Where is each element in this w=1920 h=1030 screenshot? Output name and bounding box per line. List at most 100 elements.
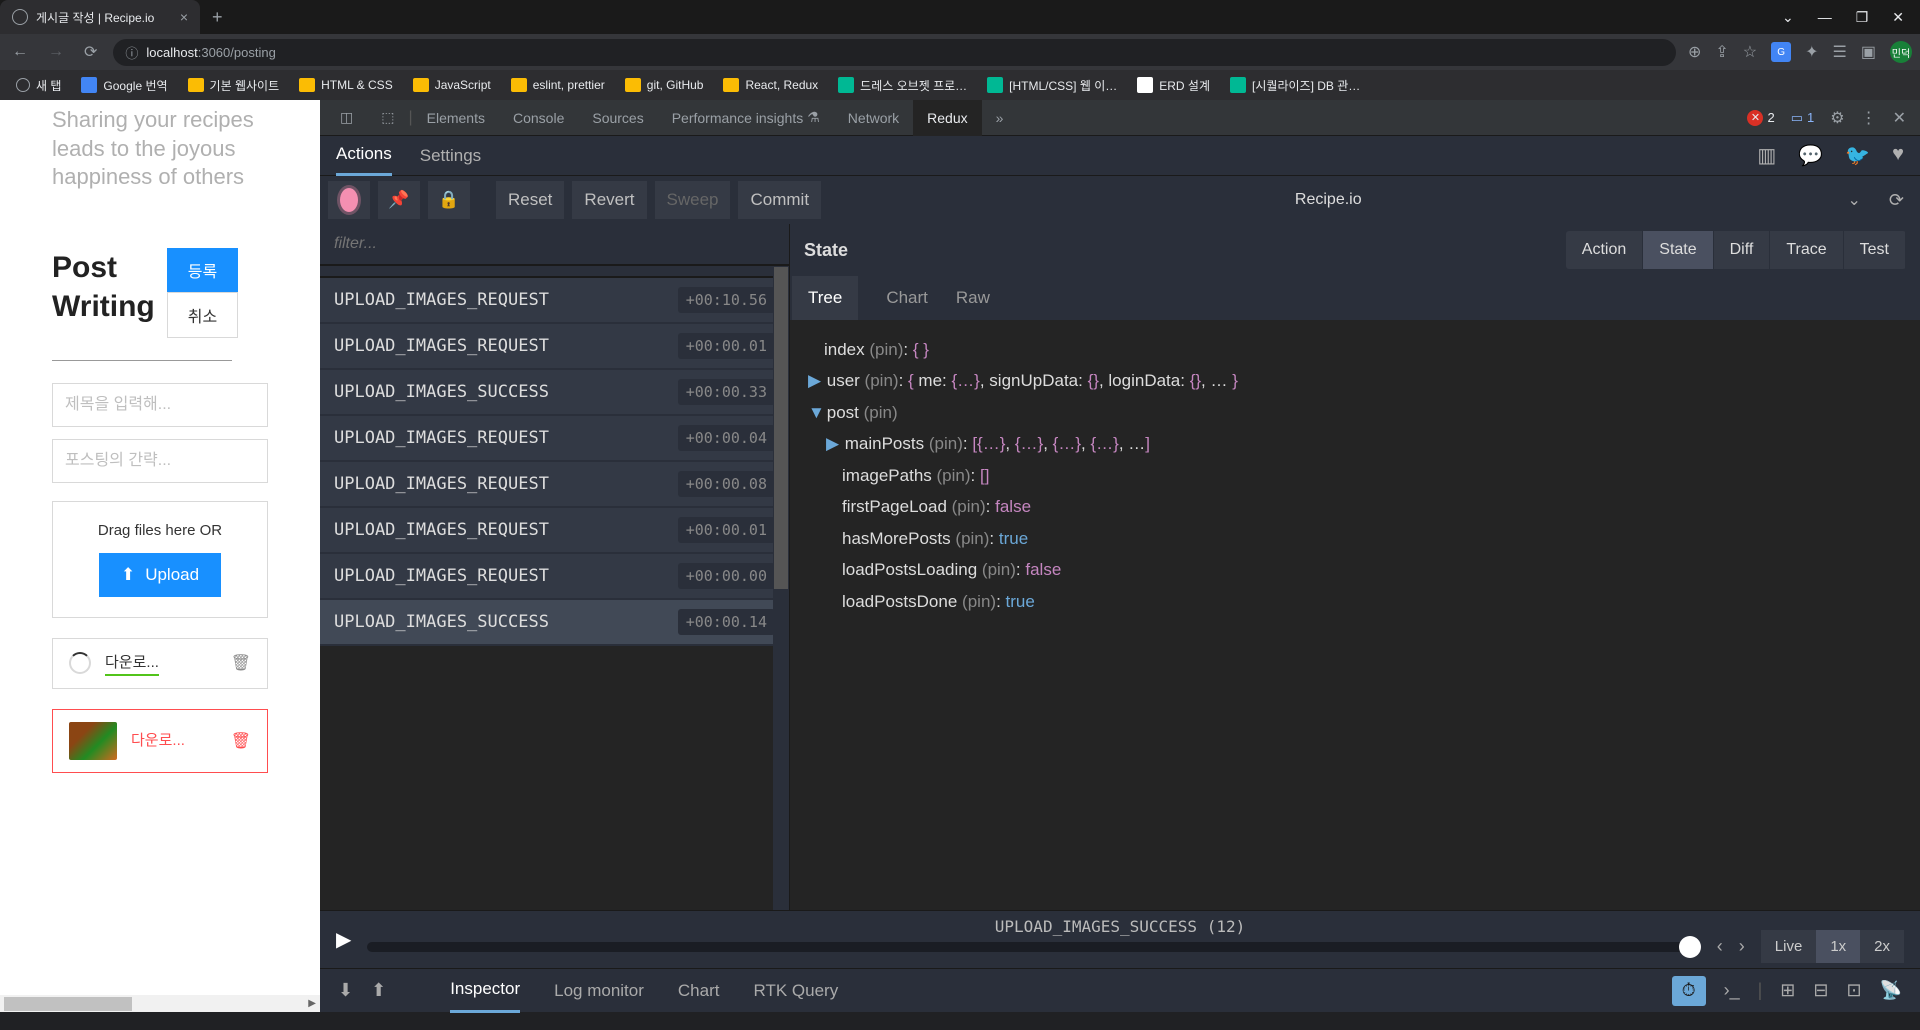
- bookmark-item[interactable]: 새 탭: [8, 73, 69, 98]
- ttab-chart[interactable]: Chart: [886, 276, 928, 320]
- sidepanel-icon[interactable]: ▣: [1861, 42, 1876, 62]
- redux-tab-settings[interactable]: Settings: [420, 136, 481, 176]
- vtab-test[interactable]: Test: [1844, 231, 1906, 269]
- sweep-button[interactable]: Sweep: [655, 181, 731, 219]
- more-tabs-icon[interactable]: »: [982, 100, 1018, 136]
- bookmark-folder[interactable]: HTML & CSS: [291, 74, 401, 96]
- upload-icon[interactable]: ⬆: [371, 980, 386, 1001]
- record-button[interactable]: [328, 181, 370, 219]
- redux-tab-actions[interactable]: Actions: [336, 136, 392, 176]
- vtab-state[interactable]: State: [1643, 231, 1713, 269]
- pin-button[interactable]: 📌: [378, 181, 420, 219]
- ttab-raw[interactable]: Raw: [956, 276, 990, 320]
- action-row[interactable]: UPLOAD_IMAGES_REQUEST+00:00.08: [320, 462, 789, 508]
- delete-icon[interactable]: 🗑: [231, 653, 251, 673]
- revert-button[interactable]: Revert: [572, 181, 646, 219]
- translate-icon[interactable]: G: [1771, 42, 1791, 62]
- playback-slider[interactable]: [367, 942, 1700, 952]
- bookmark-folder[interactable]: JavaScript: [405, 74, 499, 96]
- menu-icon[interactable]: ⋮: [1861, 108, 1877, 128]
- bookmark-folder[interactable]: eslint, prettier: [503, 74, 613, 96]
- new-tab-button[interactable]: +: [200, 7, 235, 28]
- close-icon[interactable]: ×: [180, 9, 188, 25]
- bookmark-item[interactable]: [시퀄라이즈] DB 관…: [1222, 73, 1368, 98]
- upload-dropzone[interactable]: Drag files here OR ⬆Upload: [52, 501, 268, 618]
- zoom-icon[interactable]: ⊕: [1688, 42, 1701, 62]
- submit-button[interactable]: 등록: [167, 248, 238, 292]
- action-row[interactable]: UPLOAD_IMAGES_SUCCESS+00:00.14: [320, 600, 789, 646]
- slider-thumb[interactable]: [1679, 936, 1701, 958]
- action-row[interactable]: UPLOAD_IMAGES_REQUEST+00:00.00: [320, 554, 789, 600]
- tab-sources[interactable]: Sources: [578, 100, 657, 136]
- browser-tab[interactable]: 게시글 작성 | Recipe.io ×: [0, 0, 200, 34]
- share-icon[interactable]: ⇪: [1715, 42, 1728, 62]
- messages-badge[interactable]: ▭ 1: [1791, 110, 1815, 126]
- chat-icon[interactable]: 💬: [1798, 143, 1823, 168]
- chevron-down-icon[interactable]: ⌄: [1782, 9, 1794, 26]
- bookmark-folder[interactable]: git, GitHub: [617, 74, 712, 96]
- chevron-down-icon[interactable]: ⌄: [1836, 190, 1873, 210]
- vertical-scrollbar[interactable]: [773, 266, 789, 910]
- action-row[interactable]: UPLOAD_IMAGES_REQUEST+00:00.04: [320, 416, 789, 462]
- tab-console[interactable]: Console: [499, 100, 578, 136]
- bookmark-folder[interactable]: React, Redux: [715, 74, 826, 96]
- minimize-icon[interactable]: —: [1818, 9, 1832, 26]
- inspect-icon[interactable]: ◫: [326, 100, 367, 136]
- speed-live[interactable]: Live: [1761, 930, 1817, 963]
- site-info-icon[interactable]: ⓘ: [125, 43, 138, 62]
- delete-icon[interactable]: 🗑: [231, 731, 251, 751]
- action-list[interactable]: UPLOAD_IMAGES_REQUEST+00:10.56 UPLOAD_IM…: [320, 266, 789, 910]
- speed-2x[interactable]: 2x: [1860, 930, 1904, 963]
- vtab-action[interactable]: Action: [1566, 231, 1643, 269]
- tree-view[interactable]: index (pin): { } ▶ user (pin): { me: {…}…: [790, 320, 1920, 910]
- bookmark-item[interactable]: [HTML/CSS] 웹 이…: [979, 73, 1125, 98]
- device-icon[interactable]: ⬚: [367, 100, 408, 136]
- gear-icon[interactable]: ⚙: [1830, 108, 1844, 128]
- action-row[interactable]: UPLOAD_IMAGES_REQUEST+00:00.01: [320, 508, 789, 554]
- btab-log[interactable]: Log monitor: [554, 969, 644, 1013]
- maximize-icon[interactable]: ❐: [1856, 9, 1869, 26]
- cancel-button[interactable]: 취소: [167, 292, 238, 338]
- reset-button[interactable]: Reset: [496, 181, 564, 219]
- grid2-icon[interactable]: ⊟: [1813, 980, 1828, 1001]
- vtab-trace[interactable]: Trace: [1770, 231, 1843, 269]
- vtab-diff[interactable]: Diff: [1714, 231, 1771, 269]
- horizontal-scrollbar[interactable]: ▶: [0, 995, 320, 1012]
- twitter-icon[interactable]: 🐦: [1845, 143, 1870, 168]
- timer-icon[interactable]: ⏱: [1672, 976, 1706, 1006]
- close-icon[interactable]: ✕: [1892, 9, 1904, 26]
- grid-icon[interactable]: ⊞: [1780, 980, 1795, 1001]
- commit-button[interactable]: Commit: [738, 181, 821, 219]
- btab-inspector[interactable]: Inspector: [450, 969, 520, 1013]
- back-button[interactable]: ←: [8, 39, 32, 65]
- tab-elements[interactable]: Elements: [413, 100, 499, 136]
- console-icon[interactable]: ›_: [1724, 980, 1740, 1001]
- action-row[interactable]: UPLOAD_IMAGES_REQUEST+00:10.56: [320, 278, 789, 324]
- reading-list-icon[interactable]: ☰: [1833, 42, 1847, 62]
- lock-button[interactable]: 🔒: [428, 181, 470, 219]
- btab-rtk[interactable]: RTK Query: [753, 969, 838, 1013]
- title-input[interactable]: [52, 383, 268, 427]
- tab-performance[interactable]: Performance insights ⚗: [658, 100, 834, 136]
- book-icon[interactable]: ▥: [1757, 143, 1776, 168]
- next-button[interactable]: ›: [1739, 936, 1745, 957]
- errors-badge[interactable]: ✕2: [1747, 110, 1774, 126]
- sync-icon[interactable]: ⟳: [1881, 190, 1912, 211]
- profile-avatar[interactable]: 민덕: [1890, 41, 1912, 63]
- url-input[interactable]: ⓘ localhost:3060/posting: [113, 39, 1676, 66]
- tab-network[interactable]: Network: [834, 100, 913, 136]
- speed-1x[interactable]: 1x: [1816, 930, 1860, 963]
- grid3-icon[interactable]: ⊡: [1846, 980, 1861, 1001]
- scrollbar-thumb[interactable]: [4, 997, 132, 1011]
- close-icon[interactable]: ✕: [1893, 108, 1906, 128]
- filter-input[interactable]: [320, 224, 789, 266]
- bookmark-item[interactable]: ERD 설계: [1129, 73, 1218, 98]
- play-button[interactable]: ▶: [336, 927, 351, 952]
- scroll-right-icon[interactable]: ▶: [304, 998, 320, 1009]
- bookmark-folder[interactable]: 기본 웹사이트: [180, 73, 288, 98]
- ttab-tree[interactable]: Tree: [792, 276, 858, 320]
- scrollbar-thumb[interactable]: [774, 267, 788, 589]
- heart-icon[interactable]: ♥: [1892, 143, 1904, 168]
- action-row[interactable]: UPLOAD_IMAGES_REQUEST+00:00.01: [320, 324, 789, 370]
- reload-button[interactable]: ⟳: [80, 38, 101, 66]
